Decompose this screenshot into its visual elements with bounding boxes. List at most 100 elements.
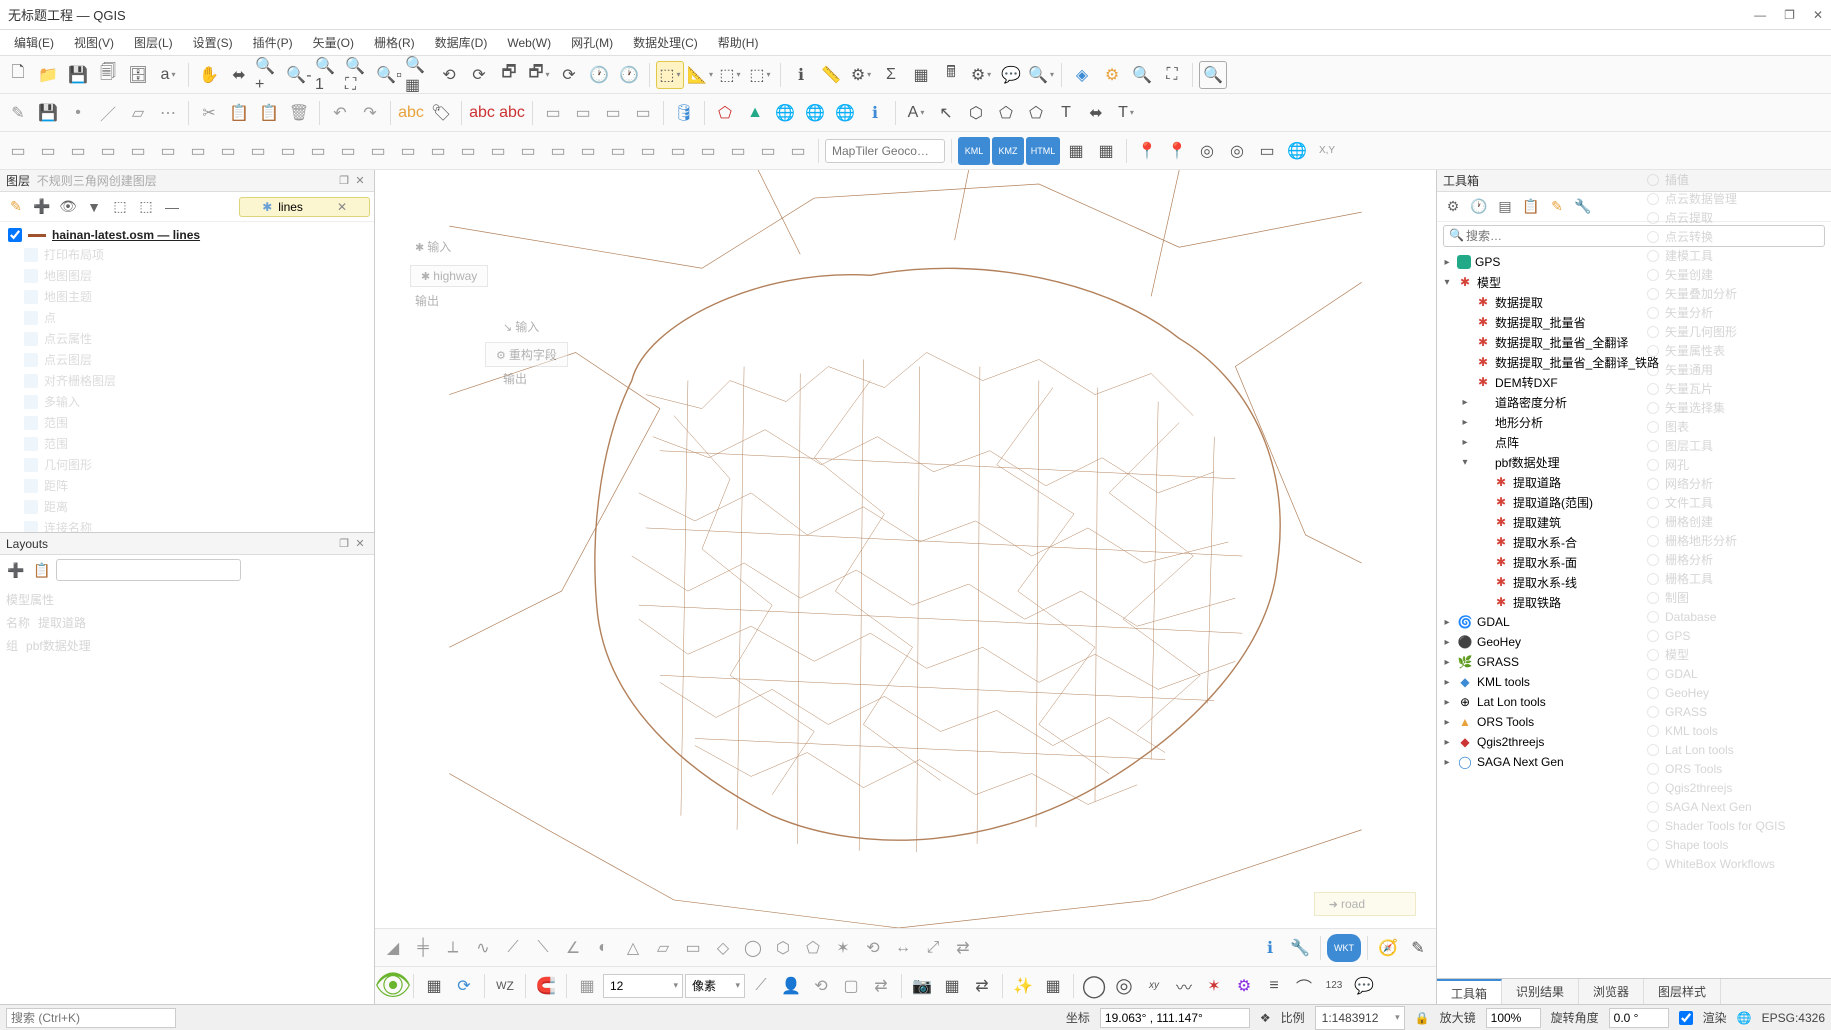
epsg-label[interactable]: EPSG:4326 [1762,1011,1825,1025]
misc4-button[interactable]: ▭ [94,137,122,165]
database-button[interactable]: 🛢 [670,99,698,127]
bottom-tab[interactable]: 图层样式 [1644,979,1721,1004]
info-panel-button[interactable]: ℹ [861,99,889,127]
toolbox-item[interactable]: ▾pbf数据处理 [1437,452,1831,472]
globe3-button[interactable]: 🌐 [831,99,859,127]
abc-style2-button[interactable]: abc [498,99,526,127]
xy-label-button[interactable]: xy [1140,972,1168,1000]
snap-value-combo[interactable]: 12 [603,974,683,998]
extents-icon[interactable]: ❖ [1260,1011,1271,1025]
layer-expand-button[interactable]: ⬚ [108,195,132,219]
toolbox-item[interactable]: ▸◆Qgis2threejs [1437,732,1831,752]
misc8-button[interactable]: ▭ [214,137,242,165]
field-calc-button[interactable]: 🖩 [937,61,965,89]
cad10-button[interactable]: ▱ [649,934,677,962]
measure-drop-button[interactable]: ⚙ [847,61,875,89]
toolbox-item[interactable]: ✱数据提取 [1437,292,1831,312]
camera-button[interactable]: 📷 [908,972,936,1000]
save-edits-button[interactable]: 💾 [34,99,62,127]
label-button[interactable]: abc [397,99,425,127]
label-toolbar-button[interactable]: 🏷 [427,99,455,127]
add-line-button[interactable]: ／ [94,99,122,127]
misc9-button[interactable]: ▭ [244,137,272,165]
magnifier-input[interactable] [1486,1008,1541,1028]
lines-chip-close[interactable]: ✕ [337,200,347,214]
zoom-in-button[interactable]: 🔍+ [255,61,283,89]
cad6-button[interactable]: ⟍ [529,934,557,962]
cad19-button[interactable]: ⤢ [919,934,947,962]
pan-selection-button[interactable]: ⬌ [225,61,253,89]
bridge-tool-button[interactable]: ⌒ [1290,972,1318,1000]
statistics-button[interactable]: Σ [877,61,905,89]
toolbox-item[interactable]: ▸GPS [1437,252,1831,272]
save-project-button[interactable]: 💾 [64,61,92,89]
frame-button[interactable]: ▦ [938,972,966,1000]
misc25-button[interactable]: ▭ [724,137,752,165]
misc2-button[interactable]: ▭ [34,137,62,165]
refresh-button[interactable]: ⟳ [555,61,583,89]
cad2-button[interactable]: ╪ [409,934,437,962]
layer-visibility-button[interactable]: 👁 [56,195,80,219]
annotations-button[interactable]: 🔍 [1027,61,1055,89]
toolbox-item[interactable]: ▸点阵 [1437,432,1831,452]
locator-search-input[interactable] [6,1008,176,1028]
menu-layer[interactable]: 图层(L) [124,31,183,54]
menu-vector[interactable]: 矢量(O) [303,31,364,54]
map-canvas[interactable]: ✱ 输入 ✱ highway 输出 ↘ 输入 ⚙ 重构字段 输出 ➜ road [375,170,1436,928]
coord-input[interactable] [1100,1008,1250,1028]
render-checkbox[interactable] [1679,1008,1693,1028]
processing-history-button[interactable]: 🔍 [1199,61,1227,89]
add-text-button[interactable]: T [1052,99,1080,127]
cad11-button[interactable]: ▭ [679,934,707,962]
toolbox-item[interactable]: ✱提取水系-合 [1437,532,1831,552]
menu-web[interactable]: Web(W) [497,33,561,53]
menu-database[interactable]: 数据库(D) [425,31,498,54]
toolbox-item[interactable]: ✱提取水系-线 [1437,572,1831,592]
target1-button[interactable]: ◎ [1193,137,1221,165]
undo-button[interactable]: ↶ [326,99,354,127]
toolbox-item[interactable]: ✱提取铁路 [1437,592,1831,612]
toolbox-item[interactable]: ▸◆KML tools [1437,672,1831,692]
bottom-tab[interactable]: 工具箱 [1437,979,1502,1004]
toolbox-item[interactable]: ▸🌀GDAL [1437,612,1831,632]
ring-button[interactable]: ◯ [1080,972,1108,1000]
layouts-panel-float-button[interactable]: ❐ [336,536,352,552]
misc17-button[interactable]: ▭ [484,137,512,165]
select-by-value-button[interactable]: 📐 [686,61,714,89]
layout-manager-button[interactable]: 🗄 [124,61,152,89]
cad1-button[interactable]: ◢ [379,934,407,962]
misc27-button[interactable]: ▭ [784,137,812,165]
wrench-button[interactable]: 🔧 [1286,934,1314,962]
trace-button[interactable]: ⟋ [747,972,775,1000]
cad20-button[interactable]: ⇄ [949,934,977,962]
eye-logo-icon[interactable]: 👁 [379,972,407,1000]
callout-button[interactable]: ▭ [569,99,597,127]
wkt-button[interactable]: WKT [1327,934,1361,962]
crs-icon[interactable]: 🌐 [1737,1011,1752,1025]
menu-edit[interactable]: 编辑(E) [4,31,64,54]
cad14-button[interactable]: ⬡ [769,934,797,962]
cad16-button[interactable]: ✶ [829,934,857,962]
deselect-button[interactable]: ⬚ [716,61,744,89]
zoom-layer-button[interactable]: 🔍▦ [405,61,433,89]
misc11-button[interactable]: ▭ [304,137,332,165]
misc23-button[interactable]: ▭ [664,137,692,165]
reshape-button[interactable]: ⬡ [962,99,990,127]
pin1-button[interactable]: 📍 [1133,137,1161,165]
toolbox-item[interactable]: ▸⚫GeoHey [1437,632,1831,652]
toolbox-item[interactable]: ▸道路密度分析 [1437,392,1831,412]
cad13-button[interactable]: ◯ [739,934,767,962]
xy-button[interactable]: X,Y [1313,137,1341,165]
show-tips-button[interactable]: 💬 [997,61,1025,89]
fx1-button[interactable]: ✨ [1009,972,1037,1000]
toggle-edit-button[interactable]: ✎ [4,99,32,127]
copy-features-button[interactable]: 📋 [225,99,253,127]
abc-style-button[interactable]: abc [468,99,496,127]
misc15-button[interactable]: ▭ [424,137,452,165]
misc5-button[interactable]: ▭ [124,137,152,165]
polygon-tool-button[interactable]: ⬠ [711,99,739,127]
trace5-button[interactable]: ⇄ [867,972,895,1000]
new-map-view-button[interactable]: 🗗 [495,61,523,89]
magnet-button[interactable]: 🧲 [532,972,560,1000]
layers-plugin-button[interactable]: ▦ [1092,137,1120,165]
